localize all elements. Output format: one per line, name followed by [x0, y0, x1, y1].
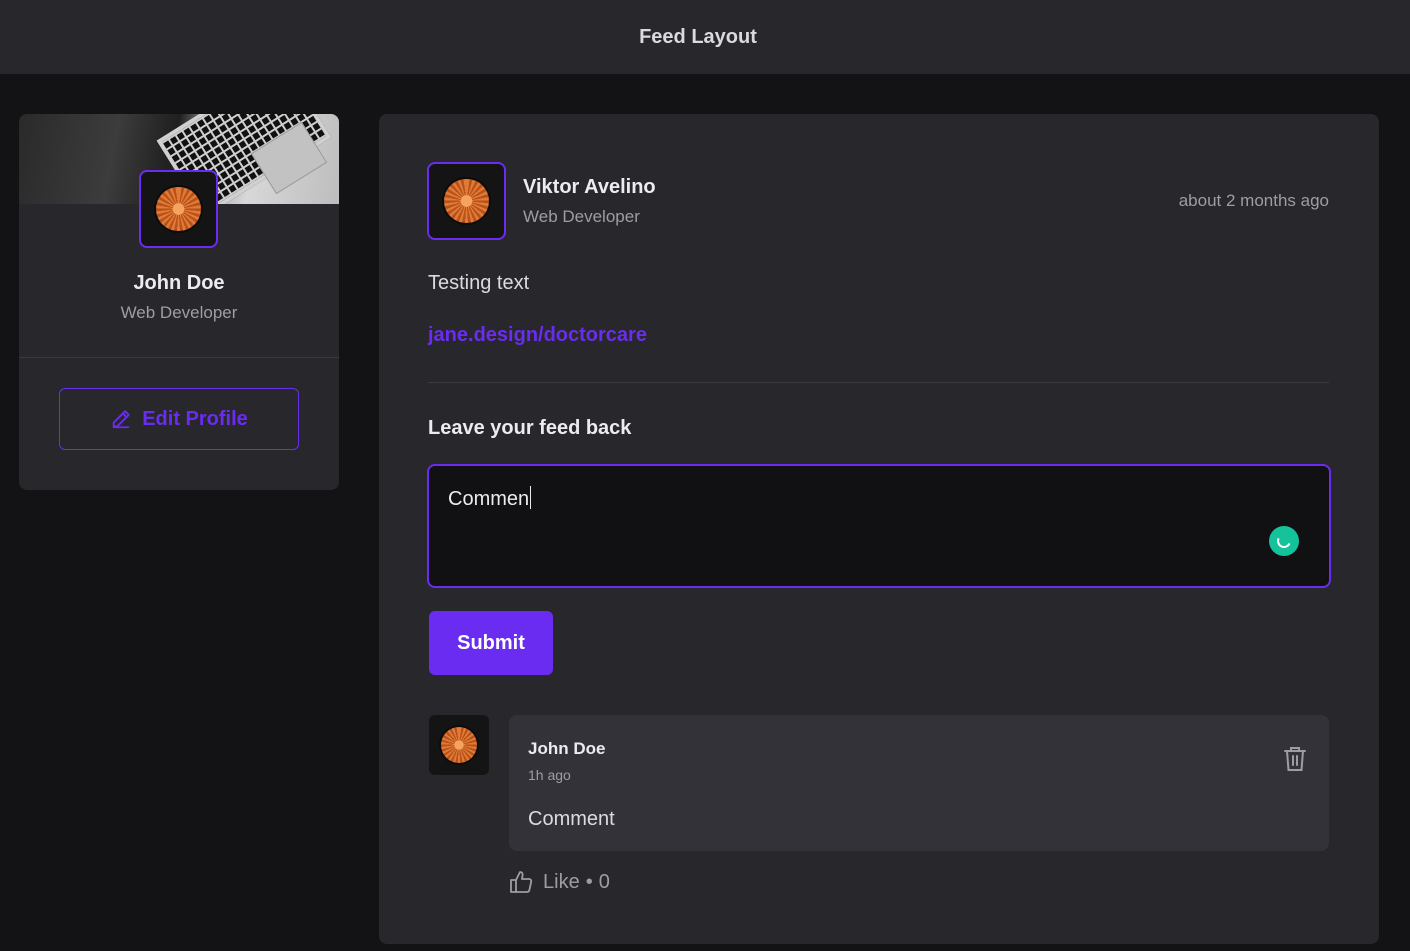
like-count: 0: [598, 870, 610, 893]
comment-author-name[interactable]: John Doe: [528, 739, 605, 759]
profile-avatar: [139, 170, 218, 248]
flower-image: [156, 186, 201, 232]
comment-input[interactable]: Commen: [427, 464, 1331, 588]
post-card: Viktor Avelino Web Developer about 2 mon…: [379, 114, 1379, 944]
post-author-name[interactable]: Viktor Avelino: [523, 176, 656, 199]
comment-timestamp: 1h ago: [528, 767, 571, 783]
like-separator: •: [585, 870, 593, 893]
trash-icon[interactable]: [1283, 746, 1307, 772]
flower-image: [444, 178, 489, 224]
profile-card: John Doe Web Developer Edit Profile: [19, 114, 339, 490]
comment-text: Comment: [528, 808, 615, 830]
divider: [428, 382, 1329, 383]
grammarly-icon[interactable]: [1269, 526, 1299, 556]
profile-role: Web Developer: [120, 303, 238, 322]
feedback-title: Leave your feed back: [428, 417, 632, 439]
comment-author-avatar[interactable]: [429, 715, 489, 775]
post-author-role: Web Developer: [523, 207, 640, 226]
comment-input-value: Commen: [448, 488, 530, 510]
like-button[interactable]: Like • 0: [509, 870, 610, 894]
comment-card: John Doe 1h ago Comment: [509, 715, 1329, 851]
post-author-avatar[interactable]: [427, 162, 506, 240]
post-timestamp: about 2 months ago: [1178, 191, 1329, 210]
submit-button[interactable]: Submit: [429, 611, 553, 675]
pencil-icon: [112, 410, 130, 429]
edit-profile-button[interactable]: Edit Profile: [59, 388, 299, 450]
profile-name: John Doe: [133, 272, 225, 294]
post-link[interactable]: jane.design/doctorcare: [428, 324, 647, 347]
page-title: Feed Layout: [639, 25, 757, 48]
top-bar: Feed Layout: [0, 0, 1410, 74]
text-caret: [530, 486, 532, 509]
like-label: Like: [543, 870, 580, 893]
divider: [19, 357, 339, 358]
post-text: Testing text: [428, 272, 530, 294]
flower-image: [441, 727, 477, 763]
edit-profile-label: Edit Profile: [142, 407, 248, 430]
thumbs-up-icon: [510, 871, 533, 893]
